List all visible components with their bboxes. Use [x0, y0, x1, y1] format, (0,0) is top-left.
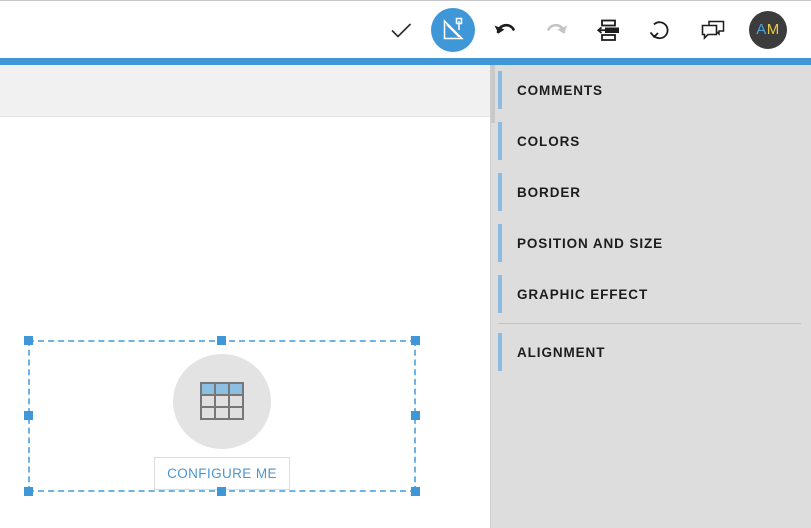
panel-item-label: ALIGNMENT	[517, 345, 606, 360]
confirm-check-button[interactable]	[375, 4, 427, 56]
panel-item-accent-bar	[498, 333, 502, 371]
accent-bar	[0, 58, 811, 65]
panel-item-graphic-effect[interactable]: GRAPHIC EFFECT	[491, 269, 811, 320]
align-distribute-icon	[594, 15, 624, 45]
panel-item-accent-bar	[498, 224, 502, 262]
configure-me-button[interactable]: CONFIGURE ME	[154, 456, 290, 490]
panel-item-accent-bar	[498, 122, 502, 160]
top-toolbar: AM	[0, 0, 811, 58]
properties-panel: COMMENTS COLORS BORDER POSITION AND SIZE GRA…	[490, 65, 811, 528]
undo-arrow-icon	[490, 15, 520, 45]
panel-separator	[498, 323, 801, 324]
panel-item-comments[interactable]: COMMENTS	[491, 65, 811, 116]
redo-button[interactable]	[531, 4, 583, 56]
panel-item-label: COMMENTS	[517, 83, 603, 98]
panel-item-label: POSITION AND SIZE	[517, 236, 664, 251]
resize-handle-top-right[interactable]	[411, 336, 420, 345]
panel-item-label: BORDER	[517, 185, 581, 200]
panel-item-position-and-size[interactable]: POSITION AND SIZE	[491, 218, 811, 269]
properties-panel-list: COMMENTS COLORS BORDER POSITION AND SIZE GRA…	[491, 65, 811, 378]
redo-arrow-icon	[542, 15, 572, 45]
app-root: AM CONFIGURE ME COMMENTS COLORS BORDER P…	[0, 0, 811, 528]
resize-handle-middle-left[interactable]	[24, 411, 33, 420]
comments-button[interactable]	[687, 4, 739, 56]
avatar-initial-second: M	[766, 21, 780, 38]
panel-item-accent-bar	[498, 71, 502, 109]
panel-item-border[interactable]: BORDER	[491, 167, 811, 218]
user-avatar[interactable]: AM	[749, 10, 787, 49]
panel-item-label: GRAPHIC EFFECT	[517, 287, 649, 302]
undo-button[interactable]	[479, 4, 531, 56]
canvas[interactable]: CONFIGURE ME	[0, 118, 490, 528]
drafting-ruler-icon	[431, 7, 475, 52]
panel-item-accent-bar	[498, 173, 502, 211]
resize-handle-bottom-center[interactable]	[217, 487, 226, 496]
rotate-ccw-icon	[646, 15, 676, 45]
design-tool-button[interactable]	[427, 4, 479, 56]
resize-handle-middle-right[interactable]	[411, 411, 420, 420]
check-icon	[386, 15, 416, 45]
panel-item-colors[interactable]: COLORS	[491, 116, 811, 167]
align-distribute-button[interactable]	[583, 4, 635, 56]
resize-handle-bottom-right[interactable]	[411, 487, 420, 496]
table-grid-icon	[200, 382, 244, 421]
selected-widget-frame[interactable]: CONFIGURE ME	[24, 336, 420, 496]
resize-handle-top-center[interactable]	[217, 336, 226, 345]
resize-handle-top-left[interactable]	[24, 336, 33, 345]
editor-area: CONFIGURE ME	[0, 65, 490, 528]
avatar-initial-first: A	[756, 21, 767, 38]
document-header-band	[0, 65, 490, 117]
chat-bubbles-icon	[698, 15, 728, 45]
reset-rotate-button[interactable]	[635, 4, 687, 56]
panel-item-alignment[interactable]: ALIGNMENT	[491, 327, 811, 378]
widget-content: CONFIGURE ME	[30, 342, 414, 490]
panel-item-accent-bar	[498, 275, 502, 313]
panel-item-label: COLORS	[517, 134, 581, 149]
resize-handle-bottom-left[interactable]	[24, 487, 33, 496]
widget-icon-circle	[173, 354, 271, 449]
